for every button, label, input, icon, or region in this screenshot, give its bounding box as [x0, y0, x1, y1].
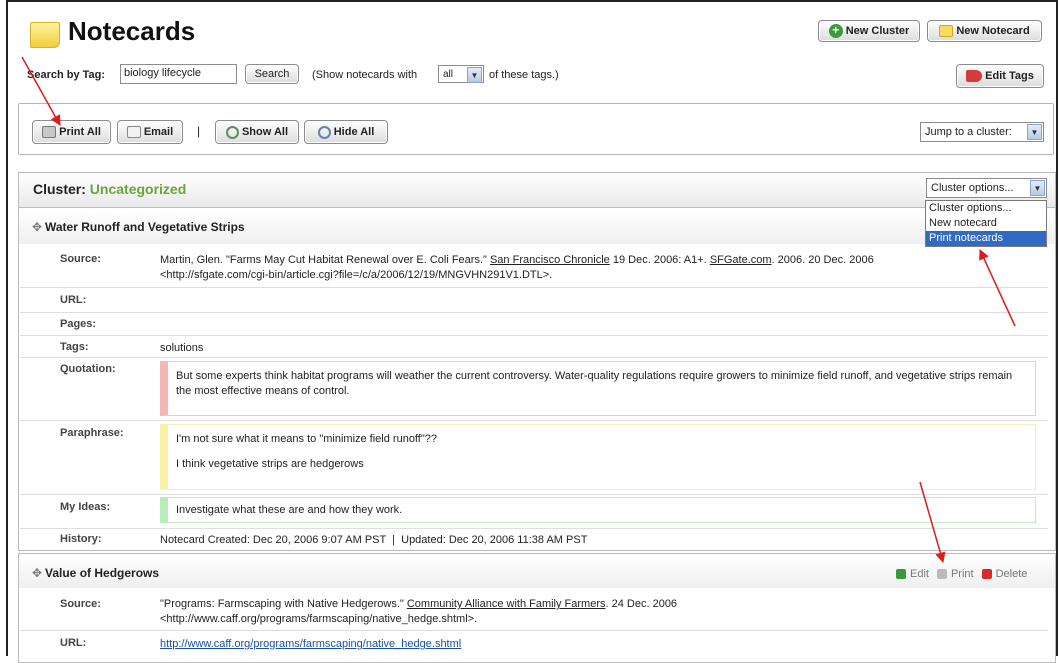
arrow-to-print-all	[21, 56, 61, 126]
arrow-to-print-notecards	[979, 249, 1016, 327]
annotation-arrows	[21, 56, 1016, 564]
arrow-to-card-print	[919, 481, 946, 564]
